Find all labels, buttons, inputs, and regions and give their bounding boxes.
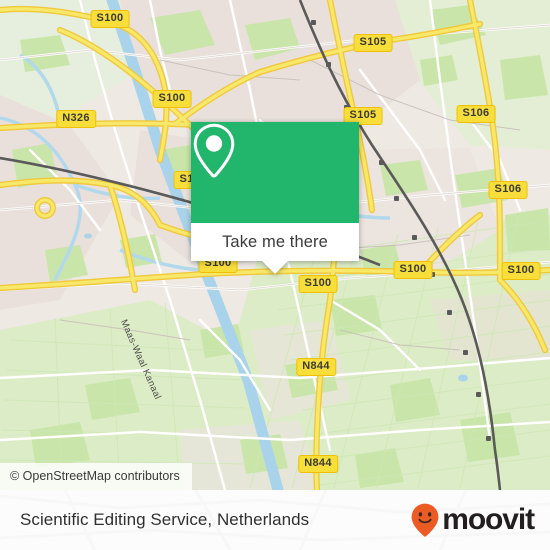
road-shield-s105-a[interactable]: S105 [353, 34, 393, 52]
road-shield-s100-e[interactable]: S100 [298, 275, 338, 293]
map-pin-icon [193, 123, 235, 178]
moovit-smiley-pin-icon [411, 503, 439, 537]
moovit-wordmark: moovit [442, 503, 535, 536]
osm-attribution[interactable]: © OpenStreetMap contributors [0, 463, 192, 490]
footer-content: Scientific Editing Service, Netherlands … [0, 490, 550, 550]
popup-icon-area [191, 122, 359, 223]
take-me-there-button[interactable]: Take me there [222, 233, 328, 252]
road-shield-s100-b[interactable]: S100 [152, 90, 192, 108]
road-shield-s106-a[interactable]: S106 [456, 105, 496, 123]
road-shield-n844-b[interactable]: N844 [298, 455, 338, 473]
footer-bar: Scientific Editing Service, Netherlands … [0, 490, 550, 550]
road-shield-n844-a[interactable]: N844 [296, 358, 336, 376]
location-popup-card[interactable]: Take me there [191, 122, 359, 274]
road-shield-n326[interactable]: N326 [56, 110, 96, 128]
place-title: Scientific Editing Service, Netherlands [20, 510, 310, 529]
map-canvas[interactable]: Maas-Waal Kanaal S100 S105 S100 S105 S10… [0, 0, 550, 490]
road-shield-s100-a[interactable]: S100 [90, 10, 130, 28]
popup-tail [262, 261, 288, 274]
moovit-map-card: Maas-Waal Kanaal S100 S105 S100 S105 S10… [0, 0, 550, 550]
popup-action-area[interactable]: Take me there [191, 223, 359, 261]
road-shield-s100-g[interactable]: S100 [501, 262, 541, 280]
moovit-brand[interactable]: moovit [410, 502, 535, 538]
road-shield-s100-f[interactable]: S100 [393, 261, 433, 279]
road-shield-s106-b[interactable]: S106 [488, 181, 528, 199]
